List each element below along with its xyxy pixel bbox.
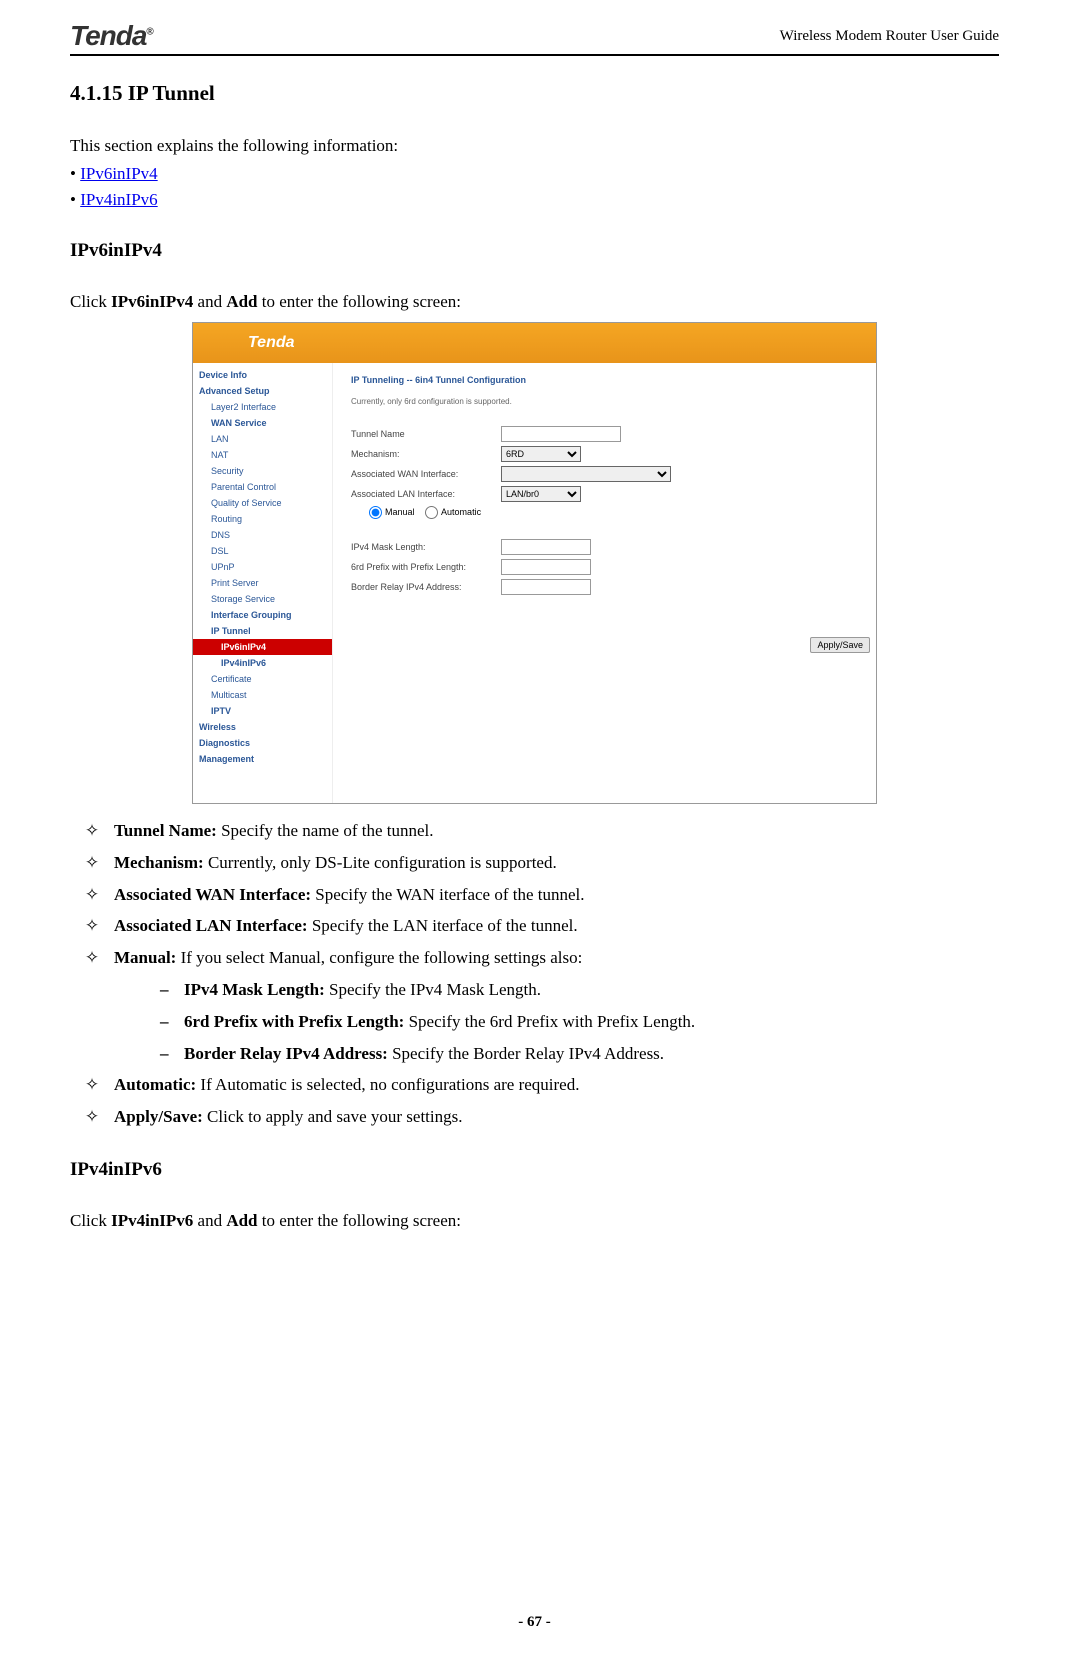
nav-layer2[interactable]: Layer2 Interface xyxy=(193,399,332,415)
label-automatic: Automatic xyxy=(441,507,481,517)
dash-icon: – xyxy=(160,1010,184,1034)
bullet-apply-save: ✧ Apply/Save: Click to apply and save yo… xyxy=(70,1105,999,1129)
screenshot-sidebar: Device Info Advanced Setup Layer2 Interf… xyxy=(193,363,333,803)
nav-iptv[interactable]: IPTV xyxy=(193,703,332,719)
label-manual: Manual xyxy=(385,507,415,517)
nav-ip-tunnel[interactable]: IP Tunnel xyxy=(193,623,332,639)
nav-storage[interactable]: Storage Service xyxy=(193,591,332,607)
radio-row: Manual Automatic xyxy=(351,506,858,519)
sub-bullet-ipv4-mask: – IPv4 Mask Length: Specify the IPv4 Mas… xyxy=(70,978,999,1002)
nav-ipv6inipv4[interactable]: IPv6inIPv4 xyxy=(193,639,332,655)
bullet-mechanism: ✧ Mechanism: Currently, only DS-Lite con… xyxy=(70,851,999,875)
nav-upnp[interactable]: UPnP xyxy=(193,559,332,575)
nav-qos[interactable]: Quality of Service xyxy=(193,495,332,511)
nav-advanced-setup[interactable]: Advanced Setup xyxy=(193,383,332,399)
nav-ipv4inipv6[interactable]: IPv4inIPv6 xyxy=(193,655,332,671)
nav-nat[interactable]: NAT xyxy=(193,447,332,463)
link-item-ipv6inipv4: • IPv6inIPv4 xyxy=(70,164,999,184)
nav-wan-service[interactable]: WAN Service xyxy=(193,415,332,431)
nav-device-info[interactable]: Device Info xyxy=(193,367,332,383)
bullet-assoc-wan: ✧ Associated WAN Interface: Specify the … xyxy=(70,883,999,907)
nav-certificate[interactable]: Certificate xyxy=(193,671,332,687)
tenda-logo: Tenda® xyxy=(70,20,153,52)
link-ipv4inipv6[interactable]: IPv4inIPv6 xyxy=(80,190,157,209)
bullet-assoc-lan: ✧ Associated LAN Interface: Specify the … xyxy=(70,914,999,938)
link-ipv6inipv4[interactable]: IPv6inIPv4 xyxy=(80,164,157,183)
nav-dns[interactable]: DNS xyxy=(193,527,332,543)
document-title: Wireless Modem Router User Guide xyxy=(780,28,999,45)
label-mechanism: Mechanism: xyxy=(351,449,501,459)
label-assoc-lan: Associated LAN Interface: xyxy=(351,489,501,499)
diamond-icon: ✧ xyxy=(70,946,114,970)
screenshot-content: IP Tunneling -- 6in4 Tunnel Configuratio… xyxy=(333,363,876,803)
content-title: IP Tunneling -- 6in4 Tunnel Configuratio… xyxy=(351,375,858,385)
nav-lan[interactable]: LAN xyxy=(193,431,332,447)
label-tunnel-name: Tunnel Name xyxy=(351,429,501,439)
subheading-ipv6inipv4: IPv6inIPv4 xyxy=(70,240,999,262)
nav-routing[interactable]: Routing xyxy=(193,511,332,527)
diamond-icon: ✧ xyxy=(70,1105,114,1129)
diamond-icon: ✧ xyxy=(70,819,114,843)
nav-security[interactable]: Security xyxy=(193,463,332,479)
diamond-icon: ✧ xyxy=(70,914,114,938)
nav-parental[interactable]: Parental Control xyxy=(193,479,332,495)
dash-icon: – xyxy=(160,1042,184,1066)
screenshot-ipv6inipv4: Tenda Device Info Advanced Setup Layer2 … xyxy=(192,322,877,804)
diamond-icon: ✧ xyxy=(70,1073,114,1097)
apply-save-button[interactable]: Apply/Save xyxy=(810,637,870,653)
nav-multicast[interactable]: Multicast xyxy=(193,687,332,703)
screenshot-header: Tenda xyxy=(193,323,876,363)
nav-dsl[interactable]: DSL xyxy=(193,543,332,559)
label-6rd-prefix: 6rd Prefix with Prefix Length: xyxy=(351,562,501,572)
page-header: Tenda® Wireless Modem Router User Guide xyxy=(70,20,999,56)
radio-automatic[interactable] xyxy=(425,506,438,519)
label-assoc-wan: Associated WAN Interface: xyxy=(351,469,501,479)
nav-iface-group[interactable]: Interface Grouping xyxy=(193,607,332,623)
sub-bullet-border-relay: – Border Relay IPv4 Address: Specify the… xyxy=(70,1042,999,1066)
bullet-tunnel-name: ✧ Tunnel Name: Specify the name of the t… xyxy=(70,819,999,843)
diamond-icon: ✧ xyxy=(70,883,114,907)
radio-manual[interactable] xyxy=(369,506,382,519)
select-mechanism[interactable]: 6RD xyxy=(501,446,581,462)
input-border-relay[interactable] xyxy=(501,579,591,595)
input-6rd-prefix[interactable] xyxy=(501,559,591,575)
intro-text: This section explains the following info… xyxy=(70,136,999,156)
select-assoc-lan[interactable]: LAN/br0 xyxy=(501,486,581,502)
page-number: - 67 - xyxy=(0,1614,1069,1631)
bullet-manual: ✧ Manual: If you select Manual, configur… xyxy=(70,946,999,970)
nav-wireless[interactable]: Wireless xyxy=(193,719,332,735)
nav-management[interactable]: Management xyxy=(193,751,332,767)
diamond-icon: ✧ xyxy=(70,851,114,875)
click-instruction-2: Click IPv4inIPv6 and Add to enter the fo… xyxy=(70,1211,999,1231)
label-ipv4-mask: IPv4 Mask Length: xyxy=(351,542,501,552)
input-ipv4-mask[interactable] xyxy=(501,539,591,555)
bullet-list-1: ✧ Tunnel Name: Specify the name of the t… xyxy=(70,819,999,1129)
input-tunnel-name[interactable] xyxy=(501,426,621,442)
subheading-ipv4inipv6: IPv4inIPv6 xyxy=(70,1159,999,1181)
nav-diagnostics[interactable]: Diagnostics xyxy=(193,735,332,751)
section-heading: 4.1.15 IP Tunnel xyxy=(70,81,999,106)
label-border-relay: Border Relay IPv4 Address: xyxy=(351,582,501,592)
screenshot-logo: Tenda xyxy=(248,334,295,352)
dash-icon: – xyxy=(160,978,184,1002)
nav-print-server[interactable]: Print Server xyxy=(193,575,332,591)
click-instruction-1: Click IPv6inIPv4 and Add to enter the fo… xyxy=(70,292,999,312)
content-note: Currently, only 6rd configuration is sup… xyxy=(351,397,858,406)
link-item-ipv4inipv6: • IPv4inIPv6 xyxy=(70,190,999,210)
select-assoc-wan[interactable] xyxy=(501,466,671,482)
sub-bullet-6rd-prefix: – 6rd Prefix with Prefix Length: Specify… xyxy=(70,1010,999,1034)
bullet-automatic: ✧ Automatic: If Automatic is selected, n… xyxy=(70,1073,999,1097)
